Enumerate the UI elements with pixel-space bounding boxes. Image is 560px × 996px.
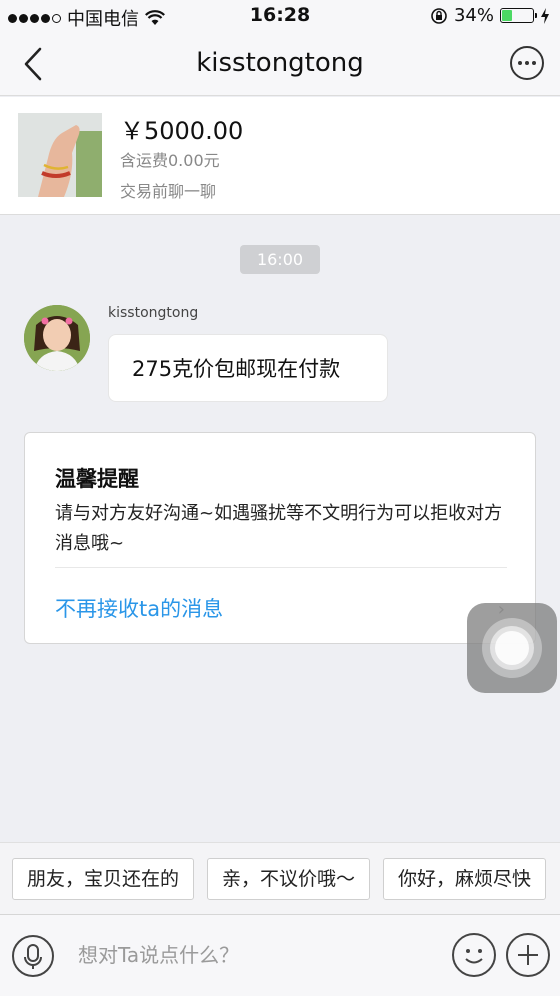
assistive-touch-button[interactable] [467, 603, 557, 693]
battery-level [502, 10, 513, 21]
reminder-title: 温馨提醒 [55, 467, 139, 491]
message-timestamp: 16:00 [240, 245, 320, 274]
status-bar: 中国电信 16:28 34% [0, 0, 560, 32]
more-options-button[interactable] [510, 46, 544, 80]
quick-replies: 朋友，宝贝还在的 亲，不议价哦～ 你好，麻烦尽快 [0, 842, 560, 914]
voice-button[interactable] [12, 935, 54, 977]
quick-reply-list: 朋友，宝贝还在的 亲，不议价哦～ 你好，麻烦尽快 [12, 858, 547, 900]
shipping-fee: 含运费0.00元 [120, 151, 220, 170]
product-photo [18, 113, 102, 197]
sender-name: kisstongtong [108, 305, 199, 321]
reminder-text: 请与对方友好沟通~如遇骚扰等不文明行为可以拒收对方消息哦~ [55, 503, 503, 554]
rotation-lock-icon [431, 7, 447, 24]
microphone-icon [24, 944, 42, 969]
product-card[interactable]: ￥5000.00 含运费0.00元 交易前聊一聊 [0, 97, 560, 215]
battery-percent: 34% [453, 5, 494, 26]
avatar-photo [24, 305, 90, 371]
quick-reply-button[interactable]: 朋友，宝贝还在的 [12, 858, 195, 900]
plus-icon [518, 945, 538, 965]
battery-icon [500, 8, 537, 23]
emoji-button[interactable] [452, 933, 496, 977]
product-thumbnail[interactable] [18, 113, 102, 197]
message-bubble[interactable]: 275克价包邮现在付款 [108, 334, 388, 402]
chat-before-trade-note: 交易前聊一聊 [120, 182, 217, 201]
quick-reply-button[interactable]: 你好，麻烦尽快 [383, 858, 547, 900]
quick-reply-button[interactable]: 亲，不议价哦～ [207, 858, 371, 900]
avatar[interactable] [24, 305, 90, 371]
add-attachment-button[interactable] [506, 933, 550, 977]
battery-group: 34% [430, 5, 550, 26]
reminder-card: 温馨提醒 请与对方友好沟通~如遇骚扰等不文明行为可以拒收对方消息哦~ 不再接收t… [24, 432, 536, 644]
nav-bar: kisstongtong [0, 32, 560, 96]
block-messages-link[interactable]: 不再接收ta的消息 [55, 593, 223, 623]
charging-icon [541, 7, 549, 24]
input-bar [0, 914, 560, 996]
more-dots-icon [518, 61, 522, 65]
page-title: kisstongtong [196, 48, 364, 78]
smiley-icon [465, 949, 483, 964]
product-price: ￥5000.00 [120, 117, 244, 145]
message-input[interactable] [78, 933, 438, 977]
divider [55, 567, 507, 568]
